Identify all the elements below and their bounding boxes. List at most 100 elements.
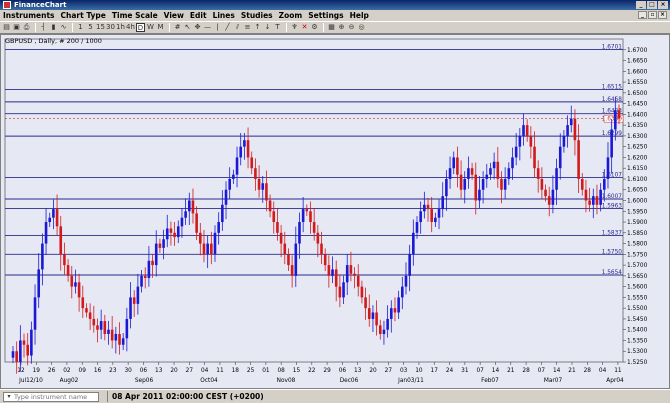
price-axis: 1.6700 1.6650 1.6600 1.6550 1.6500 1.6450 1.64… bbox=[623, 48, 648, 366]
trendline-icon[interactable]: ╱ bbox=[223, 23, 232, 32]
timeframe-15-icon[interactable]: 15 bbox=[96, 23, 105, 32]
y-tick-label: 1.6250 bbox=[627, 145, 648, 151]
x-tick-label: 12 bbox=[17, 368, 25, 374]
zoom-out-icon[interactable]: ⊖ bbox=[347, 23, 356, 32]
crosshair-icon[interactable]: # bbox=[173, 23, 182, 32]
close-icon[interactable]: × bbox=[658, 1, 668, 9]
candle-body bbox=[485, 174, 489, 179]
candle-body bbox=[70, 275, 74, 287]
line-chart-icon[interactable]: ∿ bbox=[59, 23, 68, 32]
candle-body bbox=[184, 211, 187, 218]
candle-body bbox=[364, 297, 367, 309]
menu-lines[interactable]: Lines bbox=[210, 10, 238, 21]
candle-body bbox=[606, 157, 610, 179]
chart-grid bbox=[4, 38, 624, 363]
candle-body bbox=[48, 217, 52, 223]
x-tick-label: 08 bbox=[277, 368, 285, 374]
candle-body bbox=[206, 243, 209, 255]
candle-body bbox=[187, 200, 191, 212]
channel-icon[interactable]: ⫽ bbox=[233, 23, 242, 32]
instrument-search[interactable]: ▾ bbox=[3, 391, 99, 402]
candle-body bbox=[261, 183, 265, 190]
candle-body bbox=[423, 204, 426, 212]
print-icon[interactable]: ⎙ bbox=[22, 23, 31, 32]
candle-body bbox=[243, 140, 246, 147]
fibonacci-icon[interactable]: ≡ bbox=[243, 23, 252, 32]
y-tick-label: 1.6300 bbox=[627, 134, 648, 140]
y-tick-label: 1.5350 bbox=[627, 338, 648, 344]
chart-area[interactable]: 1.67011.65151.64581.64031.62991.61071.60… bbox=[0, 34, 670, 389]
candle-body bbox=[132, 297, 136, 304]
zoom-in-icon[interactable]: ⊕ bbox=[337, 23, 346, 32]
bar-chart-icon[interactable]: ┤ bbox=[39, 23, 48, 32]
app-icon bbox=[3, 1, 11, 9]
timeframe-d-icon[interactable]: D bbox=[136, 23, 145, 32]
maximize-icon[interactable]: □ bbox=[647, 1, 657, 9]
save-icon[interactable]: ▣ bbox=[12, 23, 21, 32]
minimize-icon[interactable]: _ bbox=[636, 1, 646, 9]
candle-chart-icon[interactable]: ▮ bbox=[49, 23, 58, 32]
menu-time-scale[interactable]: Time Scale bbox=[109, 10, 161, 21]
menu-chart-type[interactable]: Chart Type bbox=[58, 10, 109, 21]
timeframe-m-icon[interactable]: M bbox=[156, 23, 165, 32]
candle-body bbox=[210, 243, 213, 255]
candle-body bbox=[474, 174, 478, 201]
candle-body bbox=[136, 286, 140, 304]
delete-icon[interactable]: ✕ bbox=[300, 23, 309, 32]
y-tick-label: 1.5450 bbox=[627, 317, 648, 323]
level-label: 1.5837 bbox=[602, 231, 623, 237]
grid-icon[interactable]: ▦ bbox=[327, 23, 336, 32]
menu-instruments[interactable]: Instruments bbox=[0, 10, 58, 21]
candle-body bbox=[118, 334, 121, 345]
candle-body bbox=[85, 308, 88, 313]
menu-edit[interactable]: Edit bbox=[187, 10, 210, 21]
mdi-minimize-icon[interactable]: _ bbox=[638, 11, 647, 19]
pan-icon[interactable]: ✥ bbox=[193, 23, 202, 32]
arrow-up-icon[interactable]: ↑ bbox=[253, 23, 262, 32]
candle-body bbox=[401, 286, 404, 298]
candle-body bbox=[393, 308, 397, 313]
zoom-fit-icon[interactable]: ◎ bbox=[357, 23, 366, 32]
hline-icon[interactable]: — bbox=[203, 23, 212, 32]
menu-view[interactable]: View bbox=[161, 10, 187, 21]
mdi-restore-icon[interactable]: ▫ bbox=[648, 11, 657, 19]
menu-help[interactable]: Help bbox=[347, 10, 372, 21]
timeframe-5-icon[interactable]: 5 bbox=[86, 23, 95, 32]
status-separator bbox=[107, 391, 108, 402]
text-icon[interactable]: T bbox=[273, 23, 282, 32]
timeframe-w-icon[interactable]: W bbox=[146, 23, 155, 32]
candle-body bbox=[169, 228, 173, 233]
candle-body bbox=[562, 135, 566, 147]
candle-body bbox=[199, 232, 202, 244]
candle-body bbox=[246, 140, 250, 158]
candle-body bbox=[547, 196, 551, 205]
instrument-input[interactable] bbox=[14, 392, 98, 401]
timeframe-1h-icon[interactable]: 1h bbox=[116, 23, 125, 32]
pointer-icon[interactable]: ↖ bbox=[183, 23, 192, 32]
candle-body bbox=[77, 282, 81, 298]
y-tick-label: 1.6200 bbox=[627, 155, 648, 161]
x-tick-label: 14 bbox=[553, 368, 561, 374]
menu-zoom[interactable]: Zoom bbox=[276, 10, 306, 21]
candlestick-chart[interactable]: 1.67011.65151.64581.64031.62991.61071.60… bbox=[1, 35, 669, 388]
timeframe-1-icon[interactable]: 1 bbox=[76, 23, 85, 32]
menu-settings[interactable]: Settings bbox=[305, 10, 346, 21]
candle-body bbox=[584, 189, 588, 201]
properties-icon[interactable]: ⚙ bbox=[310, 23, 319, 32]
menu-studies[interactable]: Studies bbox=[238, 10, 276, 21]
candle-body bbox=[74, 282, 77, 287]
candle-body bbox=[555, 168, 558, 190]
arrow-down-icon[interactable]: ↓ bbox=[263, 23, 272, 32]
candle-body bbox=[551, 189, 555, 205]
timeframe-4h-icon[interactable]: 4h bbox=[126, 23, 135, 32]
timeframe-30-icon[interactable]: 30 bbox=[106, 23, 115, 32]
x-tick-label: 07 bbox=[538, 368, 546, 374]
candle-body bbox=[415, 222, 419, 233]
mdi-close-icon[interactable]: × bbox=[658, 11, 667, 19]
level-label: 1.5963 bbox=[602, 203, 623, 209]
open-icon[interactable]: ▤ bbox=[2, 23, 11, 32]
month-label: Mar07 bbox=[544, 378, 563, 384]
vline-icon[interactable]: | bbox=[213, 23, 222, 32]
study-icon[interactable]: ♆ bbox=[290, 23, 299, 32]
y-tick-label: 1.5750 bbox=[627, 252, 648, 258]
